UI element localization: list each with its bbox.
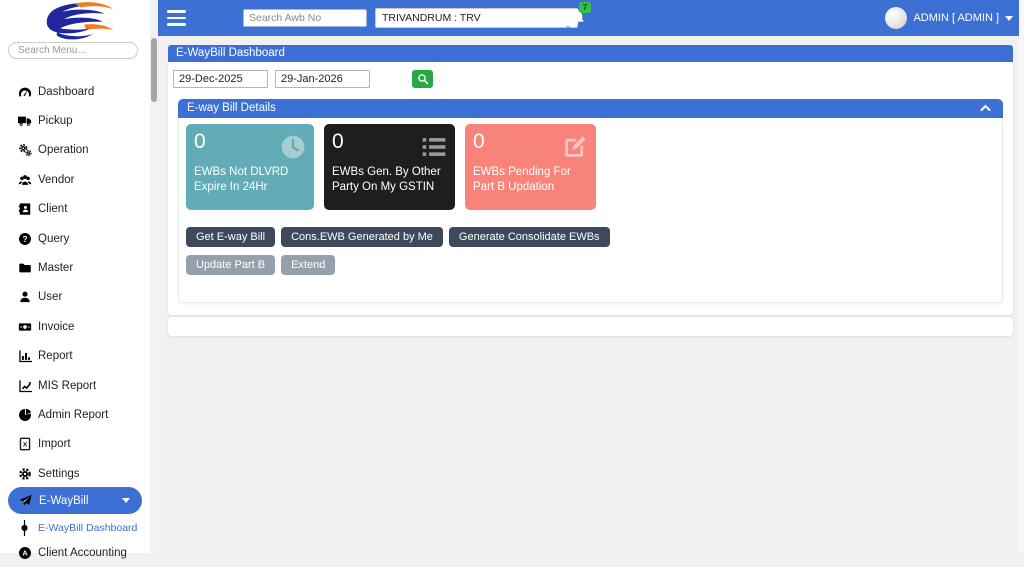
sidebar-scrollbar-thumb[interactable] [151, 38, 157, 102]
paper-plane-icon [19, 494, 32, 507]
sidebar-item-invoice[interactable]: Invoice [0, 312, 150, 341]
awb-search-input[interactable] [243, 9, 367, 27]
stat-cards-row: 0 EWBs Not DLVRD Expire In 24Hr 0 EWBs G… [186, 124, 995, 210]
sidebar-item-label: E-WayBill [39, 495, 88, 507]
sidebar-subitem-ewaybill-dashboard[interactable]: E-WayBill Dashboard [0, 517, 150, 539]
main-content: E-WayBill Dashboard E-way Bill Details [158, 36, 1019, 553]
panel-body: 0 EWBs Not DLVRD Expire In 24Hr 0 EWBs G… [178, 118, 1003, 303]
sidebar: Dashboard Pickup Operation Vendor Client… [0, 0, 150, 553]
user-label: ADMIN [ ADMIN ] [913, 12, 999, 24]
stat-card-other-party: 0 EWBs Gen. By Other Party On My GSTIN [324, 124, 455, 210]
stat-label: EWBs Not DLVRD Expire In 24Hr [194, 165, 306, 195]
menu-search-input[interactable] [8, 42, 138, 59]
generate-consolidate-ewbs-button[interactable]: Generate Consolidate EWBs [449, 227, 610, 247]
extend-button[interactable]: Extend [281, 255, 335, 275]
cons-ewb-generated-button[interactable]: Cons.EWB Generated by Me [281, 227, 443, 247]
chevron-down-icon [1005, 16, 1013, 21]
sidebar-item-client[interactable]: Client [0, 195, 150, 224]
topbar: TRIVANDRUM : TRV ⌄ 7 ADMIN [ ADMIN ] [158, 0, 1019, 36]
branch-select-value: TRIVANDRUM : TRV [382, 12, 481, 24]
sidebar-item-vendor[interactable]: Vendor [0, 165, 150, 194]
truck-icon [18, 114, 32, 128]
sidebar-item-settings[interactable]: Settings [0, 459, 150, 488]
users-icon [18, 173, 32, 187]
date-to-input[interactable] [275, 70, 370, 88]
sidebar-item-admin-report[interactable]: Admin Report [0, 400, 150, 429]
update-part-b-button[interactable]: Update Part B [186, 255, 275, 275]
clock-icon [280, 134, 306, 160]
search-button[interactable] [412, 70, 433, 88]
question-circle-icon [18, 232, 32, 246]
sidebar-item-mis-report[interactable]: MIS Report [0, 371, 150, 400]
sidebar-item-label: Operation [38, 144, 89, 156]
sidebar-item-label: Dashboard [38, 86, 94, 98]
user-menu[interactable]: ADMIN [ ADMIN ] [885, 0, 1013, 36]
dashboard-card-body: E-way Bill Details 0 EWBs Not DLVRD Expi… [168, 62, 1013, 315]
sidebar-item-label: Master [38, 262, 73, 274]
sidebar-item-label: Settings [38, 468, 80, 480]
sidebar-item-query[interactable]: Query [0, 224, 150, 253]
sidebar-menu: Dashboard Pickup Operation Vendor Client… [0, 77, 150, 488]
sidebar-subitem-label: E-WayBill Dashboard [38, 522, 137, 534]
timeline-dot-icon [20, 520, 29, 536]
stat-label: EWBs Pending For Part B Updation [473, 165, 588, 195]
footer-strip [168, 317, 1013, 336]
secondary-actions-row: Update Part B Extend [186, 255, 995, 275]
sidebar-item-label: Vendor [38, 174, 74, 186]
hamburger-menu-icon[interactable] [167, 10, 186, 26]
sidebar-item-label: Invoice [38, 321, 74, 333]
brand-logo-icon [20, 1, 130, 41]
magnifier-icon [417, 73, 429, 85]
pie-chart-icon [18, 408, 32, 422]
dashboard-card: E-WayBill Dashboard E-way Bill Details [168, 45, 1013, 315]
cogs-icon [18, 143, 32, 157]
line-chart-icon [18, 379, 32, 393]
sidebar-item-label: Report [38, 350, 73, 362]
avatar [885, 7, 907, 29]
page-title: E-WayBill Dashboard [168, 45, 1013, 62]
sidebar-item-label: Client [38, 203, 67, 215]
panel-title: E-way Bill Details [187, 102, 276, 114]
gear-icon [18, 467, 32, 481]
chevron-down-icon [122, 498, 130, 503]
eway-bill-details-panel: E-way Bill Details 0 EWBs Not DLVRD Expi… [178, 99, 1003, 303]
sidebar-item-e-waybill-active[interactable]: E-WayBill [8, 487, 142, 514]
sidebar-item-label: Query [38, 233, 69, 245]
branch-select[interactable]: TRIVANDRUM : TRV ⌄ [375, 8, 578, 28]
stat-label: EWBs Gen. By Other Party On My GSTIN [332, 165, 447, 195]
bar-chart-icon [18, 349, 32, 363]
address-book-icon [18, 202, 32, 216]
primary-actions-row: Get E-way Bill Cons.EWB Generated by Me … [186, 227, 995, 247]
folder-icon [18, 261, 32, 275]
edit-icon [562, 134, 588, 160]
money-bill-icon [18, 320, 32, 334]
sidebar-item-import[interactable]: Import [0, 430, 150, 459]
notifications-button[interactable]: 7 [569, 8, 595, 32]
get-eway-bill-button[interactable]: Get E-way Bill [186, 227, 275, 247]
sidebar-item-label: Admin Report [38, 409, 108, 421]
stat-card-part-b-pending: 0 EWBs Pending For Part B Updation [465, 124, 596, 210]
stat-card-not-dlvrd: 0 EWBs Not DLVRD Expire In 24Hr [186, 124, 314, 210]
date-from-input[interactable] [173, 70, 268, 88]
collapse-chevron-up-icon[interactable] [980, 104, 991, 112]
notification-badge: 7 [579, 2, 591, 13]
sidebar-item-label: User [38, 291, 62, 303]
file-import-icon [18, 437, 32, 451]
user-icon [18, 290, 32, 304]
sidebar-item-label: MIS Report [38, 380, 96, 392]
sidebar-item-label: Import [38, 438, 71, 450]
panel-header: E-way Bill Details [178, 99, 1003, 118]
gauge-icon [18, 85, 32, 99]
sidebar-scrollbar[interactable] [150, 0, 158, 553]
date-filter-row [173, 70, 1008, 88]
sidebar-item-operation[interactable]: Operation [0, 136, 150, 165]
sidebar-item-dashboard[interactable]: Dashboard [0, 77, 150, 106]
sidebar-item-label: Pickup [38, 115, 73, 127]
sidebar-item-master[interactable]: Master [0, 253, 150, 282]
page-scrollbar[interactable] [1019, 0, 1024, 553]
sidebar-item-user[interactable]: User [0, 283, 150, 312]
list-icon [421, 134, 447, 160]
sidebar-item-report[interactable]: Report [0, 342, 150, 371]
sidebar-item-pickup[interactable]: Pickup [0, 106, 150, 135]
